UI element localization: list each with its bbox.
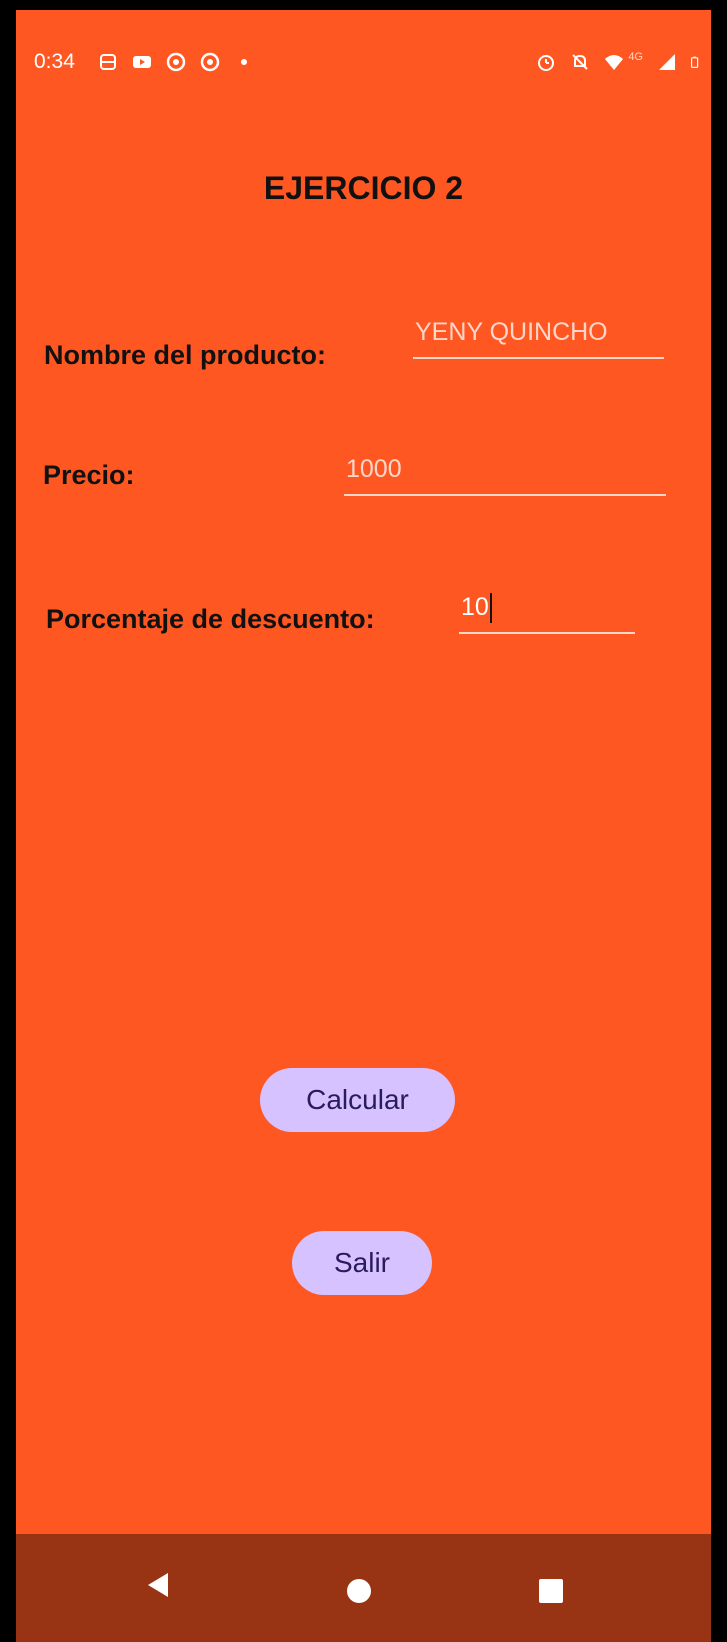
discount-input[interactable]: 10 bbox=[459, 590, 635, 634]
signal-icon bbox=[659, 54, 675, 70]
price-label: Precio: bbox=[43, 460, 135, 490]
page-title: EJERCICIO 2 bbox=[263, 170, 464, 206]
price-input[interactable]: 1000 bbox=[344, 452, 666, 496]
discount-value: 10 bbox=[461, 593, 489, 621]
discount-label: Porcentaje de descuento: bbox=[46, 604, 375, 634]
product-name-input[interactable]: YENY QUINCHO bbox=[413, 315, 664, 359]
chrome-icon bbox=[166, 52, 186, 72]
calculate-button[interactable]: Calcular bbox=[260, 1068, 455, 1132]
network-label: 4G bbox=[628, 51, 643, 63]
dot-icon bbox=[241, 59, 247, 65]
status-time: 0:34 bbox=[34, 50, 75, 73]
recents-icon[interactable] bbox=[539, 1579, 563, 1603]
navigation-bar bbox=[16, 1534, 711, 1642]
product-name-value: YENY QUINCHO bbox=[415, 318, 608, 346]
youtube-icon bbox=[133, 56, 151, 68]
back-icon[interactable] bbox=[146, 1572, 170, 1598]
mute-icon bbox=[572, 54, 589, 70]
product-name-label: Nombre del producto: bbox=[44, 340, 326, 370]
status-bar: 0:34 4G bbox=[16, 10, 711, 75]
price-value: 1000 bbox=[346, 455, 402, 483]
wifi-icon bbox=[605, 55, 624, 70]
home-icon[interactable] bbox=[347, 1579, 371, 1603]
chrome-icon bbox=[200, 52, 220, 72]
status-left-icons bbox=[98, 52, 254, 72]
exit-button[interactable]: Salir bbox=[292, 1231, 432, 1295]
app-screen: 0:34 4G EJERCICIO 2 Nombre del producto:… bbox=[16, 10, 711, 1642]
battery-icon bbox=[691, 56, 699, 68]
alarm-icon bbox=[538, 55, 555, 71]
notification-icon bbox=[100, 54, 116, 70]
text-cursor bbox=[489, 593, 492, 624]
status-right-icons: 4G bbox=[536, 51, 703, 72]
